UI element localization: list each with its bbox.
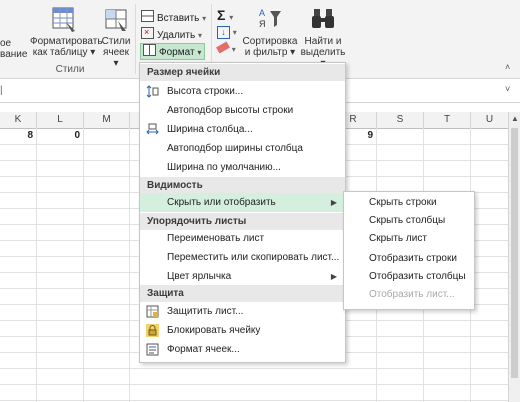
menu-item-protect-sheet[interactable]: Защитить лист... (140, 302, 345, 321)
menu-item-label: Формат ячеек... (167, 344, 240, 355)
format-label: Формат (159, 47, 195, 58)
column-line (129, 128, 130, 402)
submenu-item-hide-sheet[interactable]: Скрыть лист (369, 231, 427, 247)
binoculars-icon (312, 9, 334, 28)
column-width-icon (146, 123, 159, 135)
menu-item-lock-cell[interactable]: Блокировать ячейку (140, 321, 345, 340)
submenu-item-unhide-columns[interactable]: Отобразить столбцы (369, 269, 466, 285)
row-line (0, 368, 508, 369)
format-button[interactable]: Формат ▾ (140, 43, 206, 60)
sort-filter-icon: A Я (259, 8, 281, 29)
scroll-thumb[interactable] (511, 128, 518, 378)
formula-bar-left-edge: | (0, 85, 3, 96)
column-header-l[interactable]: L (37, 112, 84, 129)
menu-item-rename-sheet[interactable]: Переименовать лист (140, 229, 345, 248)
menu-item-column-width[interactable]: Ширина столбца... (140, 120, 345, 139)
submenu-item-unhide-rows[interactable]: Отобразить строки (369, 251, 457, 267)
vertical-scrollbar[interactable]: ▲ (508, 112, 520, 402)
row-height-icon (146, 85, 159, 98)
delete-label: Удалить (157, 30, 196, 41)
insert-label: Вставить (157, 13, 200, 24)
fill-button[interactable]: ↓ ▾ (217, 26, 237, 41)
insert-button[interactable]: Вставить ▾ (141, 10, 206, 25)
column-header-s[interactable]: S (377, 112, 424, 129)
svg-text:Я: Я (259, 19, 266, 29)
format-dropdown-menu: Размер ячейки Высота строки... Автоподбо… (139, 62, 346, 363)
lock-icon (146, 324, 159, 337)
find-select-label-1: Найти и (304, 36, 342, 47)
column-header-u[interactable]: U (471, 112, 509, 129)
sort-filter-label-2: и фильтр ▾ (244, 47, 296, 58)
menu-item-label: Скрыть или отобразить (167, 197, 276, 208)
menu-item-label: Переименовать лист (167, 233, 265, 244)
submenu-arrow-icon: ▶ (330, 272, 337, 281)
menu-item-row-height[interactable]: Высота строки... (140, 82, 345, 101)
cell-styles-button[interactable]: Стили ячеек ▾ (100, 6, 132, 69)
menu-item-label: Автоподбор ширины столбца (167, 143, 303, 154)
eraser-icon (216, 41, 230, 54)
menu-item-tab-color[interactable]: Цвет ярлычка ▶ (140, 267, 345, 286)
conditional-formatting-button[interactable]: ое вание (0, 38, 28, 60)
expand-formula-bar-icon[interactable]: ˅ (505, 84, 510, 94)
menu-item-autofit-column-width[interactable]: Автоподбор ширины столбца (140, 139, 345, 158)
row-line (0, 400, 508, 401)
sort-filter-button[interactable]: A Я Сортировка и фильтр ▾ (242, 6, 298, 58)
menu-item-label: Переместить или скопировать лист... (167, 252, 340, 263)
format-as-table-label-1: Форматировать (30, 36, 103, 47)
column-header-m[interactable]: M (84, 112, 130, 129)
submenu-arrow-icon: ▶ (330, 198, 337, 207)
scroll-up-arrow-icon[interactable]: ▲ (511, 114, 519, 123)
cond-format-label-1: ое (0, 38, 12, 49)
cell-l-value[interactable]: 0 (37, 128, 80, 144)
menu-item-label: Защитить лист... (167, 306, 244, 317)
cell-k-value[interactable]: 8 (0, 128, 33, 144)
delete-button[interactable]: × Удалить ▾ (141, 27, 202, 42)
clear-button[interactable]: ▾ (216, 41, 236, 58)
column-line (36, 128, 37, 402)
menu-item-autofit-row-height[interactable]: Автоподбор высоты строки (140, 101, 345, 120)
menu-section-cell-size: Размер ячейки (140, 64, 345, 81)
menu-item-format-cells[interactable]: Формат ячеек... (140, 340, 345, 359)
autosum-button[interactable]: Σ ▾ (217, 8, 233, 23)
cell-styles-label-1: Стили (101, 36, 131, 47)
find-select-button[interactable]: Найти и выделить ▾ (300, 6, 346, 69)
styles-group-label: Стили (55, 64, 85, 75)
cond-format-label-2: вание (0, 49, 28, 60)
submenu-item-hide-columns[interactable]: Скрыть столбцы (369, 213, 445, 229)
menu-section-visibility: Видимость (140, 177, 345, 194)
column-header-t[interactable]: T (424, 112, 471, 129)
menu-item-label: Ширина столбца... (167, 124, 253, 135)
menu-item-label: Высота строки... (167, 86, 244, 97)
insert-icon (141, 10, 154, 22)
cell-styles-icon (105, 9, 127, 31)
delete-icon: × (141, 27, 154, 39)
collapse-ribbon-button[interactable]: ˄ (505, 60, 510, 75)
format-as-table-icon (52, 7, 75, 32)
format-as-table-button[interactable]: Форматировать как таблицу ▾ (30, 6, 103, 58)
svg-text:A: A (259, 8, 265, 18)
menu-item-default-width[interactable]: Ширина по умолчанию... (140, 158, 345, 177)
menu-item-label: Ширина по умолчанию... (167, 162, 281, 173)
menu-section-organize-sheets: Упорядочить листы (140, 213, 345, 230)
submenu-item-unhide-sheet: Отобразить лист... (369, 289, 455, 300)
submenu-item-hide-rows[interactable]: Скрыть строки (369, 195, 437, 211)
column-line (83, 128, 84, 402)
format-icon (143, 44, 156, 56)
group-separator (135, 4, 136, 74)
menu-item-label: Цвет ярлычка (167, 271, 232, 282)
menu-item-label: Блокировать ячейку (167, 325, 261, 336)
format-cells-icon (146, 343, 159, 356)
menu-section-protection: Защита (140, 285, 345, 302)
column-header-k[interactable]: K (0, 112, 37, 129)
sort-filter-label-1: Сортировка (242, 36, 298, 47)
menu-item-move-copy-sheet[interactable]: Переместить или скопировать лист... (140, 248, 345, 267)
protect-sheet-icon (146, 305, 159, 318)
format-as-table-label-2: как таблицу ▾ (32, 47, 96, 58)
menu-item-label: Автоподбор высоты строки (167, 105, 294, 116)
fill-down-icon: ↓ (217, 26, 230, 39)
hide-unhide-submenu: Скрыть строки Скрыть столбцы Скрыть лист… (343, 191, 475, 310)
row-line (0, 384, 508, 385)
menu-item-hide-unhide[interactable]: Скрыть или отобразить ▶ (140, 193, 345, 212)
